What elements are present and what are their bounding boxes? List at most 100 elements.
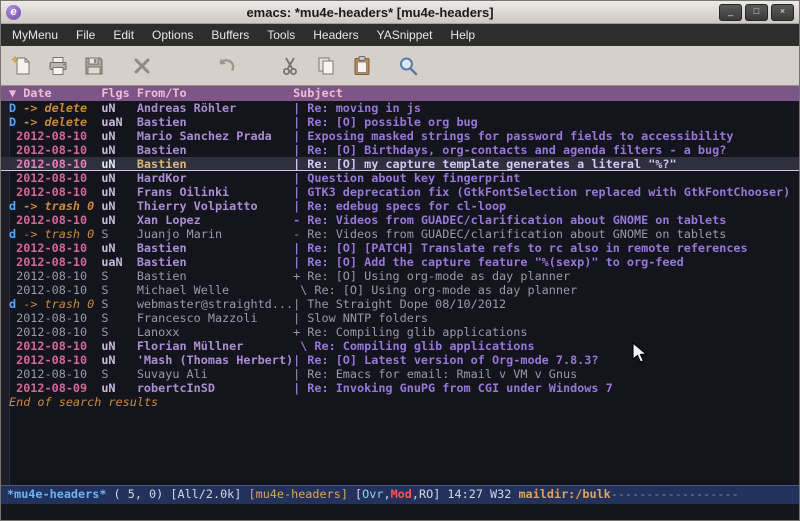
message-row[interactable]: d -> trash 0 S Juanjo Marin - Re: Videos… — [1, 227, 799, 241]
message-subject: Re: [O] Latest version of Org-mode 7.8.3… — [307, 353, 598, 367]
menu-file[interactable]: File — [67, 25, 104, 45]
message-subject: Re: [O] my capture template generates a … — [307, 157, 676, 171]
modeline-segment-plain[interactable]: [ — [348, 487, 362, 501]
message-row[interactable]: 2012-08-10 S Lanoxx + Re: Compiling glib… — [1, 325, 799, 339]
header-line: ▼ Date Flgs From/To Subject — [1, 86, 799, 101]
menu-buffers[interactable]: Buffers — [202, 25, 258, 45]
minimize-button[interactable]: _ — [719, 4, 742, 21]
message-row[interactable]: 2012-08-10 uN 'Mash (Thomas Herbert) | R… — [1, 353, 799, 367]
message-subject: Re: [O] Using org-mode as day planner — [314, 283, 577, 297]
message-date: 2012-08-10 — [9, 213, 87, 227]
column-header-from[interactable]: From/To — [137, 86, 293, 101]
message-row[interactable]: 2012-08-10 S Bastien + Re: [O] Using org… — [1, 269, 799, 283]
modeline-segment-plain[interactable]: , — [383, 487, 390, 501]
echo-area[interactable] — [1, 504, 799, 520]
thread-prefix: | — [293, 241, 307, 255]
thread-prefix: | — [293, 115, 307, 129]
message-from: Suvayu Ali — [137, 367, 293, 381]
modeline-segment-plain[interactable]: , — [412, 487, 419, 501]
thread-prefix: \ — [293, 283, 314, 297]
modeline-segment-mod[interactable]: Mod — [391, 487, 412, 501]
modeline-segment-dashes[interactable]: ------------------ — [611, 487, 739, 501]
message-subject-cell: | Re: moving in js — [293, 101, 799, 115]
message-row[interactable]: 2012-08-10 uN Mario Sanchez Prada | Expo… — [1, 129, 799, 143]
modeline-segment-mode[interactable]: [mu4e-headers] — [248, 487, 347, 501]
emacs-window: e emacs: *mu4e-headers* [mu4e-headers] _… — [0, 0, 800, 521]
paste-button[interactable] — [347, 51, 377, 81]
message-row[interactable]: 2012-08-10 uN Frans Oilinki | GTK3 depre… — [1, 185, 799, 199]
message-row[interactable]: d -> trash 0 S webmaster@straightd... | … — [1, 297, 799, 311]
modeline-segment-plain[interactable]: ( 5, 0) [All/2.0k] — [106, 487, 248, 501]
message-row[interactable]: 2012-08-09 uN robertcInSD | Re: Invoking… — [1, 381, 799, 395]
modeline-segment-ovr[interactable]: Ovr — [362, 487, 383, 501]
column-header-flags[interactable]: Flgs — [101, 86, 137, 101]
message-row[interactable]: 2012-08-10 uN Xan Lopez - Re: Videos fro… — [1, 213, 799, 227]
message-date: 2012-08-10 — [9, 185, 87, 199]
message-subject-cell: + Re: Compiling glib applications — [293, 325, 799, 339]
message-row[interactable]: 2012-08-10 uN Bastien | Re: [O] my captu… — [1, 157, 799, 171]
new-file-button[interactable] — [7, 51, 37, 81]
message-subject-cell: | Exposing masked strings for password f… — [293, 129, 799, 143]
save-button[interactable] — [79, 51, 109, 81]
message-subject-cell: | Re: Emacs for email: Rmail v VM v Gnus — [293, 367, 799, 381]
menu-help[interactable]: Help — [441, 25, 484, 45]
undo-button[interactable] — [211, 51, 241, 81]
menu-options[interactable]: Options — [143, 25, 202, 45]
message-date-cell: 2012-08-10 — [9, 143, 101, 157]
print-button[interactable] — [43, 51, 73, 81]
message-flags: uN — [101, 157, 137, 171]
copy-button[interactable] — [311, 51, 341, 81]
thread-prefix: | — [293, 297, 307, 311]
menu-mymenu[interactable]: MyMenu — [3, 25, 67, 45]
message-subject-cell: \ Re: [O] Using org-mode as day planner — [293, 283, 799, 297]
message-flags: uN — [101, 353, 137, 367]
toolbar — [1, 46, 799, 86]
thread-prefix: | — [293, 171, 307, 185]
message-row[interactable]: 2012-08-10 uN Florian Müllner \ Re: Comp… — [1, 339, 799, 353]
modeline-segment-plain[interactable]: ] — [433, 487, 447, 501]
menu-tools[interactable]: Tools — [258, 25, 304, 45]
titlebar[interactable]: e emacs: *mu4e-headers* [mu4e-headers] _… — [1, 1, 799, 24]
message-row[interactable]: 2012-08-10 uN HardKor | Question about k… — [1, 171, 799, 185]
modeline-segment-folder[interactable]: maildir:/bulk — [518, 487, 610, 501]
cut-button[interactable] — [275, 51, 305, 81]
modeline-segment-plain[interactable]: 14:27 W32 — [447, 487, 518, 501]
message-subject-cell: | Re: [O] possible org bug — [293, 115, 799, 129]
message-row[interactable]: 2012-08-10 S Francesco Mazzoli | Slow NN… — [1, 311, 799, 325]
maximize-button[interactable]: □ — [745, 4, 768, 21]
menu-edit[interactable]: Edit — [104, 25, 143, 45]
message-subject-cell: | The Straight Dope 08/10/2012 — [293, 297, 799, 311]
message-flags: uN — [101, 339, 137, 353]
message-date-cell: 2012-08-10 — [9, 213, 101, 227]
thread-prefix: | — [293, 255, 307, 269]
message-subject-cell: - Re: Videos from GUADEC/clarification a… — [293, 213, 799, 227]
message-subject-cell: | Re: [O] Add the capture feature "%(sex… — [293, 255, 799, 269]
message-from: Bastien — [137, 255, 293, 269]
modeline-segment-ro[interactable]: RO — [419, 487, 433, 501]
message-date-cell: 2012-08-10 — [9, 241, 101, 255]
modeline[interactable]: *mu4e-headers* ( 5, 0) [All/2.0k] [mu4e-… — [1, 485, 799, 504]
modeline-segment-buffer-name[interactable]: *mu4e-headers* — [7, 487, 106, 501]
close-button[interactable]: × — [771, 4, 794, 21]
column-header-subject[interactable]: Subject — [293, 86, 799, 101]
message-subject-cell: | Re: [O] my capture template generates … — [293, 157, 799, 171]
message-date-cell: 2012-08-10 — [9, 269, 101, 283]
menu-yasnippet[interactable]: YASnippet — [368, 25, 442, 45]
message-subject: Re: [O] possible org bug — [307, 115, 477, 129]
message-row[interactable]: 2012-08-10 uN Bastien | Re: [O] Birthday… — [1, 143, 799, 157]
message-flags: S — [101, 283, 137, 297]
message-from: Andreas Röhler — [137, 101, 293, 115]
close-buffer-button[interactable] — [127, 51, 157, 81]
message-row[interactable]: 2012-08-10 S Suvayu Ali | Re: Emacs for … — [1, 367, 799, 381]
message-row[interactable]: 2012-08-10 uaN Bastien | Re: [O] Add the… — [1, 255, 799, 269]
message-row[interactable]: 2012-08-10 S Michael Welle \ Re: [O] Usi… — [1, 283, 799, 297]
message-row[interactable]: D -> delete uaN Bastien | Re: [O] possib… — [1, 115, 799, 129]
search-button[interactable] — [393, 51, 423, 81]
column-header-date[interactable]: ▼ Date — [9, 86, 101, 101]
message-subject: Re: Invoking GnuPG from CGI under Window… — [307, 381, 612, 395]
message-row[interactable]: D -> delete uN Andreas Röhler | Re: movi… — [1, 101, 799, 115]
menu-headers[interactable]: Headers — [304, 25, 367, 45]
message-row[interactable]: d -> trash 0 uN Thierry Volpiatto | Re: … — [1, 199, 799, 213]
message-row[interactable]: 2012-08-10 uN Bastien | Re: [O] [PATCH] … — [1, 241, 799, 255]
message-subject-cell: | Re: [O] Birthdays, org-contacts and ag… — [293, 143, 799, 157]
